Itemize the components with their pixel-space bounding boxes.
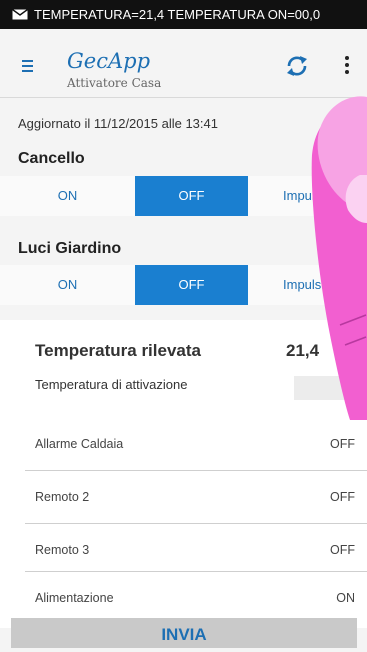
status-bar: TEMPERATURA=21,4 TEMPERATURA ON=00,0 xyxy=(0,0,367,29)
list-item-value: ON xyxy=(336,591,355,605)
mail-icon xyxy=(12,9,28,20)
list-item-power-supply[interactable]: Alimentazione ON xyxy=(0,572,367,624)
list-item-label: Allarme Caldaia xyxy=(35,437,124,451)
gate-on-button[interactable]: ON xyxy=(0,176,135,216)
list-item-value: OFF xyxy=(330,437,355,451)
status-list: Allarme Caldaia OFF Remoto 2 OFF Remoto … xyxy=(0,418,367,628)
app-title: GecApp xyxy=(67,49,151,73)
list-item-value: OFF xyxy=(330,543,355,557)
list-item-value: OFF xyxy=(330,490,355,504)
list-item-label: Remoto 2 xyxy=(35,490,90,504)
list-item-label: Remoto 3 xyxy=(35,543,90,557)
notification-text: TEMPERATURA=21,4 TEMPERATURA ON=00,0 xyxy=(34,7,321,22)
send-button[interactable]: INVIA xyxy=(11,618,357,648)
gate-off-button[interactable]: OFF xyxy=(135,176,248,216)
list-item-remote-2[interactable]: Remoto 2 OFF xyxy=(0,471,367,523)
list-item-label: Alimentazione xyxy=(35,591,114,605)
garden-lights-on-button[interactable]: ON xyxy=(0,265,135,305)
list-item-boiler-alarm[interactable]: Allarme Caldaia OFF xyxy=(0,418,367,470)
menu-icon[interactable] xyxy=(22,59,36,73)
garden-lights-title: Luci Giardino xyxy=(18,240,122,257)
garden-lights-off-button[interactable]: OFF xyxy=(135,265,248,305)
pointing-finger-overlay xyxy=(311,96,367,420)
last-updated-text: Aggiornato il 11/12/2015 alle 13:41 xyxy=(18,116,218,131)
activation-temperature-label: Temperatura di attivazione xyxy=(35,377,188,392)
list-item-remote-3[interactable]: Remoto 3 OFF xyxy=(0,524,367,576)
app-subtitle: Attivatore Casa xyxy=(67,76,162,90)
gate-title: Cancello xyxy=(18,150,85,167)
temperature-title: Temperatura rilevata xyxy=(35,341,201,360)
